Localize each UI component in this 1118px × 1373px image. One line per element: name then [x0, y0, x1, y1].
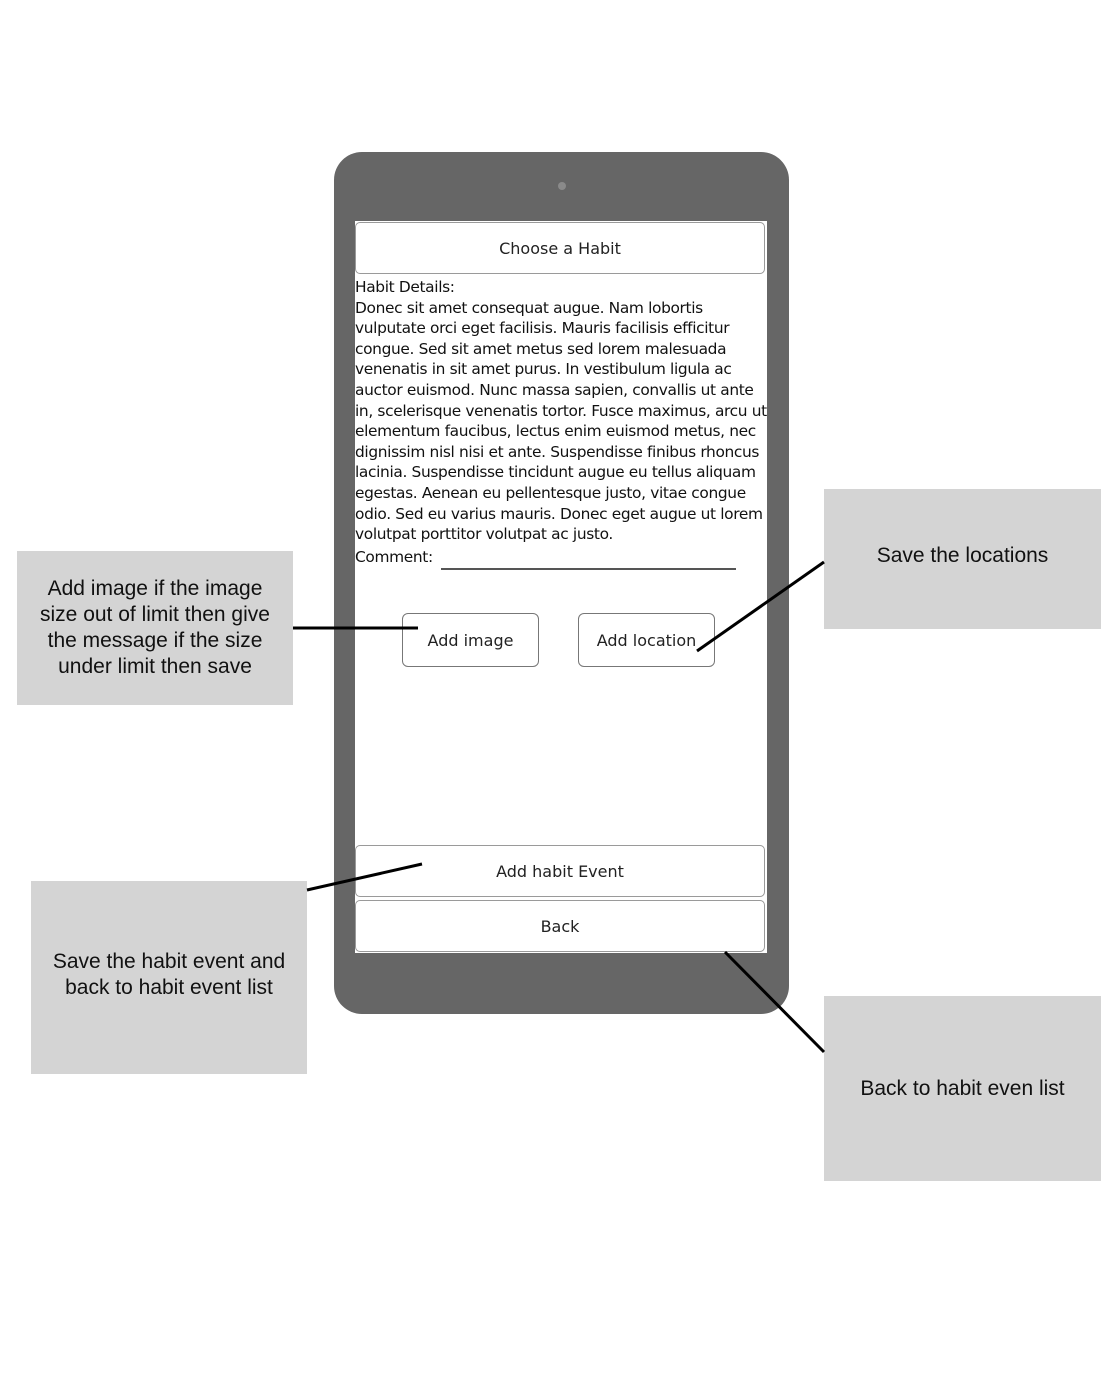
tablet-frame: Choose a Habit Habit Details: Donec sit …	[334, 152, 789, 1014]
choose-habit-button[interactable]: Choose a Habit	[355, 222, 765, 274]
app-screen: Choose a Habit Habit Details: Donec sit …	[355, 221, 767, 953]
habit-details-text: Donec sit amet consequat augue. Nam lobo…	[355, 298, 767, 544]
add-image-button[interactable]: Add image	[402, 613, 539, 667]
comment-label: Comment:	[355, 548, 433, 566]
annotation-save-habit-event: Save the habit event and back to habit e…	[31, 881, 307, 1074]
comment-input[interactable]	[441, 550, 736, 570]
add-habit-event-button[interactable]: Add habit Event	[355, 845, 765, 897]
habit-details: Habit Details: Donec sit amet consequat …	[355, 277, 767, 545]
annotation-save-locations: Save the locations	[824, 489, 1101, 629]
habit-details-label: Habit Details:	[355, 278, 455, 296]
comment-row: Comment:	[355, 548, 767, 570]
annotation-back: Back to habit even list	[824, 996, 1101, 1181]
annotation-add-image: Add image if the image size out of limit…	[17, 551, 293, 705]
back-button[interactable]: Back	[355, 900, 765, 952]
camera-dot	[558, 182, 566, 190]
add-location-button[interactable]: Add location	[578, 613, 715, 667]
